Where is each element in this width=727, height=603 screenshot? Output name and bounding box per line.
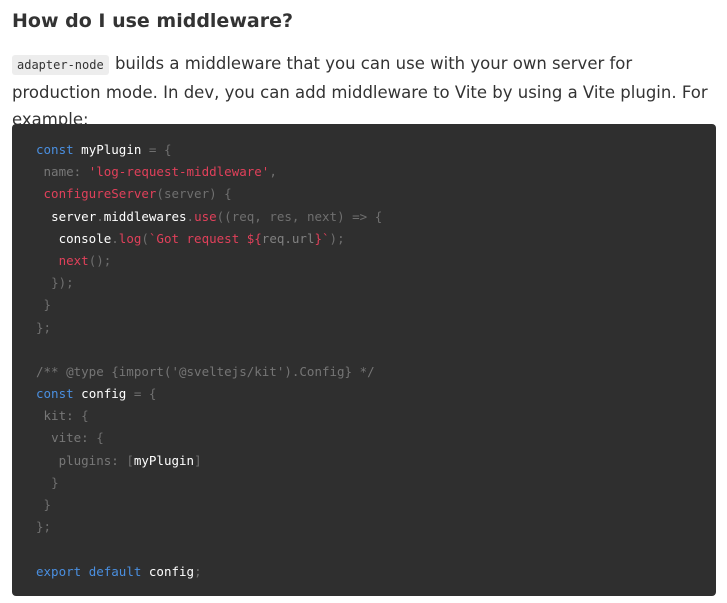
code-token: ((req, res, next) => {: [216, 208, 383, 224]
description-paragraph: adapter-node builds a middleware that yo…: [12, 50, 717, 133]
code-line: };: [36, 516, 716, 538]
code-line: plugins: [myPlugin]: [36, 450, 716, 472]
code-line: name: 'log-request-middleware',: [36, 161, 716, 183]
code-line: }: [36, 472, 716, 494]
code-token: kit:: [43, 408, 74, 424]
code-token: [: [126, 452, 134, 468]
faq-heading: How do I use middleware?: [12, 10, 293, 32]
code-token: `Got request ${: [148, 230, 262, 246]
code-line: server.middlewares.use((req, res, next) …: [36, 206, 716, 228]
code-token: {: [73, 408, 89, 424]
code-block: const myPlugin = { name: 'log-request-mi…: [12, 124, 716, 596]
code-line: };: [36, 317, 716, 339]
code-line: export default config;: [36, 561, 716, 583]
code-token: log: [118, 230, 142, 246]
code-token: );: [329, 230, 345, 246]
code-line: next();: [36, 250, 716, 272]
code-token: myPlugin: [81, 142, 142, 157]
code-line: console.log(`Got request ${req.url}`);: [36, 228, 716, 250]
code-token: export: [36, 563, 82, 579]
adapter-node-code: adapter-node: [12, 55, 109, 75]
code-line: vite: {: [36, 427, 716, 449]
code-token: 'log-request-middleware': [88, 164, 270, 180]
code-line: });: [36, 272, 716, 294]
code-token: = {: [141, 142, 172, 157]
code-token: const: [36, 386, 74, 402]
code-token: .: [186, 208, 195, 224]
code-token: configureServer: [43, 186, 157, 202]
code-token: .: [111, 230, 119, 246]
code-token: ]: [194, 452, 202, 468]
code-token: use: [194, 208, 217, 224]
code-token: (server) {: [156, 186, 232, 202]
code-token: };: [36, 519, 52, 535]
code-token: ;: [194, 563, 202, 579]
code-line: const config = {: [36, 383, 716, 405]
code-token: plugins:: [58, 452, 119, 468]
code-token: default: [88, 563, 142, 579]
description-text: builds a middleware that you can use wit…: [12, 54, 708, 129]
code-token: vite:: [51, 430, 89, 446]
code-token: }: [43, 497, 52, 512]
code-token: config: [81, 386, 127, 402]
code-token: }: [43, 297, 52, 313]
code-token: name:: [43, 164, 82, 180]
code-line: const myPlugin = {: [36, 139, 716, 161]
code-token: ,: [269, 164, 277, 180]
code-token: ();: [88, 252, 112, 268]
code-token: console: [58, 230, 112, 246]
code-token: myPlugin: [133, 452, 195, 468]
code-content: const myPlugin = { name: 'log-request-mi…: [36, 139, 716, 583]
code-token: }: [51, 474, 59, 490]
code-token: /** @type {import('@sveltejs/kit').Confi…: [36, 363, 375, 379]
code-token: config: [148, 563, 195, 579]
code-token: = {: [126, 386, 157, 402]
code-token: .: [96, 208, 104, 224]
code-token: (: [141, 230, 149, 246]
code-lines: const myPlugin = { name: 'log-request-mi…: [36, 139, 716, 583]
code-token: req.url: [261, 230, 315, 246]
code-token: });: [51, 275, 74, 291]
code-token: }`: [314, 230, 330, 246]
code-token: middlewares: [103, 208, 187, 224]
code-token: };: [36, 319, 52, 335]
code-line: configureServer(server) {: [36, 183, 716, 205]
code-line: }: [36, 494, 716, 516]
code-line: /** @type {import('@sveltejs/kit').Confi…: [36, 361, 716, 383]
code-token: const: [36, 142, 74, 157]
code-line: }: [36, 294, 716, 316]
code-token: server: [51, 208, 97, 224]
code-token: next: [58, 252, 89, 268]
code-line: kit: {: [36, 405, 716, 427]
code-token: {: [88, 430, 104, 446]
